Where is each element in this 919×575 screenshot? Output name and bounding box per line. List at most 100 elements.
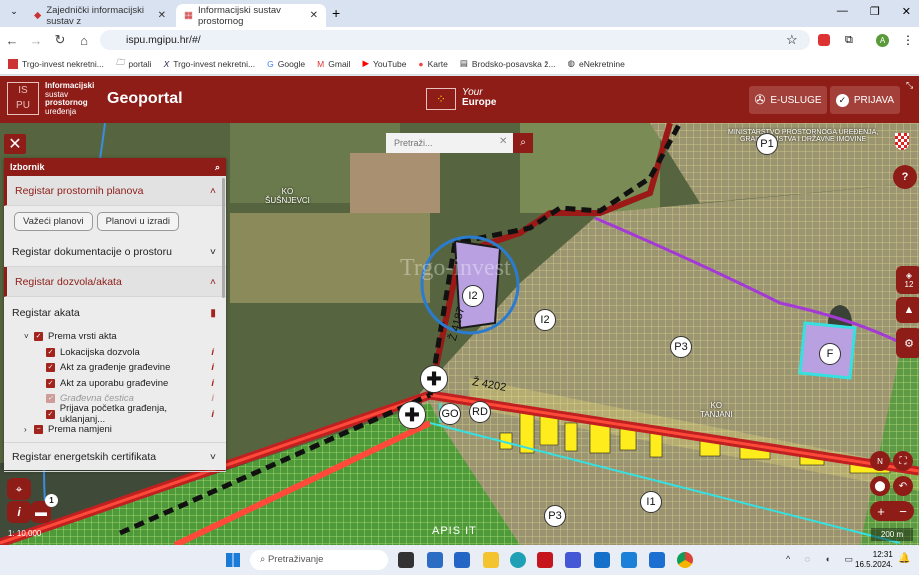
profile-avatar[interactable]: A bbox=[876, 33, 889, 47]
mail-icon[interactable] bbox=[621, 552, 637, 568]
url-input[interactable]: ispu.mgipu.hr/#/ bbox=[100, 30, 810, 50]
teams-icon[interactable] bbox=[427, 552, 443, 568]
close-icon[interactable]: ✕ bbox=[902, 5, 911, 18]
tab-list-button[interactable]: ⌄ bbox=[6, 6, 22, 22]
home-icon[interactable]: ⌂ bbox=[72, 33, 96, 48]
help-button[interactable]: ? bbox=[893, 165, 917, 189]
section-energetski[interactable]: Registar energetskih certifikata ˅ bbox=[4, 441, 226, 472]
taskbar-search[interactable]: ⌕ Pretraživanje bbox=[250, 550, 388, 570]
bookmark[interactable]: M Gmail bbox=[317, 59, 350, 69]
back-icon[interactable]: ← bbox=[0, 33, 24, 48]
chevron-right-icon[interactable]: › bbox=[24, 425, 34, 434]
new-tab-button[interactable]: + bbox=[332, 5, 340, 21]
tree-item[interactable]: ✓ Prijava početka građenja, uklanjanj... i bbox=[4, 403, 226, 425]
edge-icon[interactable] bbox=[510, 552, 526, 568]
your-europe-logo[interactable]: Your Europe bbox=[462, 88, 496, 108]
system-tray[interactable]: ^ ◌ ◖ ▭ bbox=[786, 554, 859, 565]
tab-ispu[interactable]: ▦ Informacijski sustav prostornog ✕ bbox=[176, 4, 326, 27]
close-panel-button[interactable]: ✕ bbox=[4, 134, 26, 154]
tab-zajednicki[interactable]: ◆ Zajednički informacijski sustav z ✕ bbox=[26, 4, 174, 27]
map-marker[interactable]: GO bbox=[439, 403, 461, 425]
outlook-icon[interactable] bbox=[594, 552, 610, 568]
location-button[interactable]: ⬤ bbox=[870, 476, 890, 496]
checkbox-partial[interactable]: − bbox=[34, 425, 43, 435]
collapse-header-icon[interactable]: ⤡ bbox=[906, 80, 913, 91]
map-marker[interactable]: F bbox=[819, 343, 841, 365]
cross-marker-icon[interactable]: ✚ bbox=[398, 401, 426, 429]
search-icon[interactable]: ⌕ bbox=[215, 162, 220, 173]
bookmark[interactable]: ● Karte bbox=[418, 59, 447, 69]
map-canvas[interactable]: Trgo-invest KO ŠUŠNJEVCI KO TANJANI MINIST… bbox=[0, 123, 919, 545]
notification-bell-icon[interactable]: 🔔 bbox=[898, 553, 910, 564]
store-icon[interactable] bbox=[454, 552, 470, 568]
vazeci-planovi-button[interactable]: Važeći planovi bbox=[14, 212, 93, 231]
prijava-button[interactable]: ✓ PRIJAVA bbox=[830, 86, 900, 114]
map-marker[interactable]: P1 bbox=[756, 133, 778, 155]
route-button[interactable]: ↶ bbox=[893, 476, 913, 496]
measure-button[interactable]: ⌖ bbox=[7, 478, 31, 500]
reload-icon[interactable]: ↻ bbox=[48, 32, 72, 48]
minimize-icon[interactable]: — bbox=[837, 5, 848, 18]
panel-scrollbar[interactable] bbox=[222, 178, 225, 298]
bookmark[interactable]: ▤ Brodsko-posavska ž... bbox=[460, 58, 556, 69]
map-marker[interactable]: I2 bbox=[462, 285, 484, 307]
menu-icon[interactable]: ⋮ bbox=[902, 33, 914, 47]
layers-button[interactable]: ◈ 12 bbox=[896, 266, 919, 294]
section-dokumentacija[interactable]: Registar dokumentacije o prostoru ˅ bbox=[4, 237, 226, 267]
checkbox[interactable]: ✓ bbox=[46, 347, 55, 357]
pdf-icon[interactable]: ▮ bbox=[210, 307, 216, 319]
map-marker[interactable]: I1 bbox=[640, 491, 662, 513]
mcafee-icon[interactable] bbox=[537, 552, 553, 568]
section-prostorni-planovi[interactable]: Registar prostornih planova ˄ bbox=[4, 176, 226, 206]
chevron-down-icon[interactable]: ˅ bbox=[24, 332, 34, 341]
search-button[interactable]: ⌕ bbox=[513, 133, 533, 153]
close-tab-icon[interactable]: ✕ bbox=[310, 10, 318, 21]
file-explorer-icon[interactable] bbox=[483, 552, 499, 568]
adblock-icon[interactable] bbox=[818, 34, 830, 46]
north-arrow-button[interactable]: N bbox=[870, 451, 890, 471]
forward-icon[interactable]: → bbox=[24, 33, 48, 48]
checkbox[interactable]: ✓ bbox=[46, 378, 55, 388]
bookmark-star-icon[interactable]: ☆ bbox=[786, 32, 798, 48]
info-icon[interactable]: i bbox=[211, 362, 214, 373]
close-tab-icon[interactable]: ✕ bbox=[158, 10, 166, 21]
restore-icon[interactable]: ❐ bbox=[870, 5, 880, 18]
shapes-button[interactable]: ▲ bbox=[896, 297, 919, 323]
outlook-new-icon[interactable] bbox=[649, 552, 665, 568]
map-marker[interactable]: I2 bbox=[534, 309, 556, 331]
checkbox[interactable]: ✓ bbox=[46, 363, 55, 373]
search-input[interactable] bbox=[386, 133, 513, 153]
bookmark[interactable]: G Google bbox=[267, 59, 305, 69]
info-button[interactable]: i bbox=[7, 501, 31, 523]
map-marker[interactable]: RD bbox=[469, 401, 491, 423]
zoom-in-button[interactable]: + bbox=[877, 504, 885, 519]
map-marker[interactable]: P3 bbox=[670, 336, 692, 358]
extensions-icon[interactable]: ⧉ bbox=[845, 34, 853, 47]
bookmark[interactable]: Trgo-invest nekretni... bbox=[8, 58, 104, 69]
tree-item[interactable]: ✓ Akt za građenje građevine i bbox=[4, 360, 226, 376]
info-icon[interactable]: i bbox=[211, 347, 214, 358]
info-icon[interactable]: i bbox=[211, 409, 214, 420]
settings-button[interactable]: ⚙ bbox=[896, 328, 919, 358]
checkbox[interactable]: ✓ bbox=[34, 332, 43, 342]
section-dozvole[interactable]: Registar dozvola/akata ˄ bbox=[4, 267, 226, 297]
tree-item[interactable]: ✓ Akt za uporabu građevine i bbox=[4, 376, 226, 392]
ispu-logo[interactable]: IS PU bbox=[7, 82, 39, 115]
e-usluge-button[interactable]: ✇ E-USLUGE bbox=[749, 86, 827, 114]
checkbox[interactable]: ✓ bbox=[46, 409, 55, 419]
start-icon[interactable] bbox=[226, 553, 240, 567]
bookmark[interactable]: X Trgo-invest nekretni... bbox=[164, 59, 256, 69]
app-icon[interactable] bbox=[565, 552, 581, 568]
cross-marker-icon[interactable]: ✚ bbox=[420, 365, 448, 393]
tree-item[interactable]: ✓ Lokacijska dozvola i bbox=[4, 345, 226, 361]
tree-group[interactable]: ˅ ✓ Prema vrsti akta bbox=[4, 329, 226, 345]
info-icon[interactable]: i bbox=[211, 378, 214, 389]
clock[interactable]: 12:31 16.5.2024. bbox=[855, 550, 893, 570]
map-marker[interactable]: P3 bbox=[544, 505, 566, 527]
planovi-u-izradi-button[interactable]: Planovi u izradi bbox=[96, 212, 179, 231]
task-view-icon[interactable] bbox=[398, 552, 414, 568]
bookmark[interactable]: ▶ YouTube bbox=[362, 58, 406, 69]
bookmark-folder[interactable]: 🗀 portali bbox=[116, 57, 152, 71]
fullscreen-button[interactable]: ⛶ bbox=[893, 451, 913, 471]
clear-search-icon[interactable]: ✕ bbox=[499, 136, 507, 147]
